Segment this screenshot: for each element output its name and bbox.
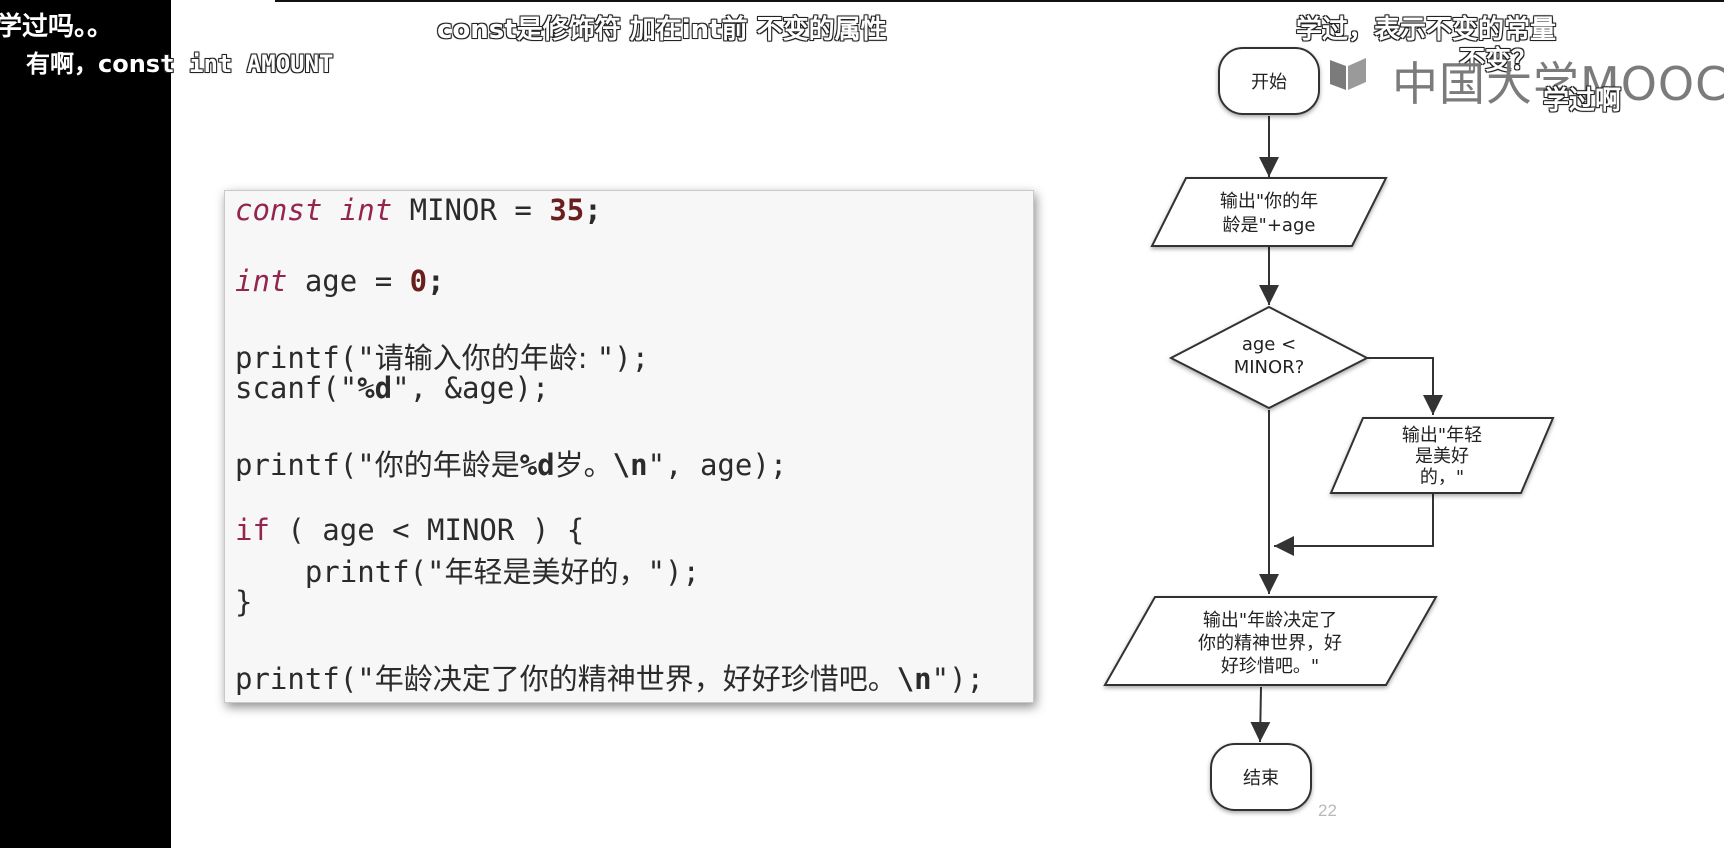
slide-page-number: 22	[1318, 801, 1337, 820]
arrow-output3-to-end	[1250, 686, 1271, 743]
flow-output1-line2: 龄是"+age	[1223, 215, 1316, 236]
flow-end-label: 结束	[1243, 768, 1279, 789]
flow-output3-line3: 好珍惜吧。"	[1221, 656, 1319, 677]
flow-output2-line2: 是美好	[1415, 446, 1469, 467]
flow-output2-line3: 的，"	[1420, 467, 1464, 488]
flow-condition-line2: MINOR?	[1234, 357, 1305, 378]
flow-condition-line1: age <	[1242, 334, 1296, 355]
flow-output2-line1: 输出"年轻	[1402, 425, 1482, 446]
flow-output3-line2: 你的精神世界，好	[1198, 633, 1342, 654]
flow-start-label: 开始	[1251, 72, 1287, 93]
flow-output1-line1: 输出"你的年	[1220, 191, 1318, 212]
arrow-output2-to-merge	[1274, 492, 1434, 556]
flow-output3-line1: 输出"年龄决定了	[1203, 610, 1337, 631]
flowchart: 开始 输出"你的年 龄是"+age age < MINOR? 输出"年轻 是美好…	[1103, 47, 1555, 811]
arrow-condition-to-output2	[1367, 357, 1443, 415]
